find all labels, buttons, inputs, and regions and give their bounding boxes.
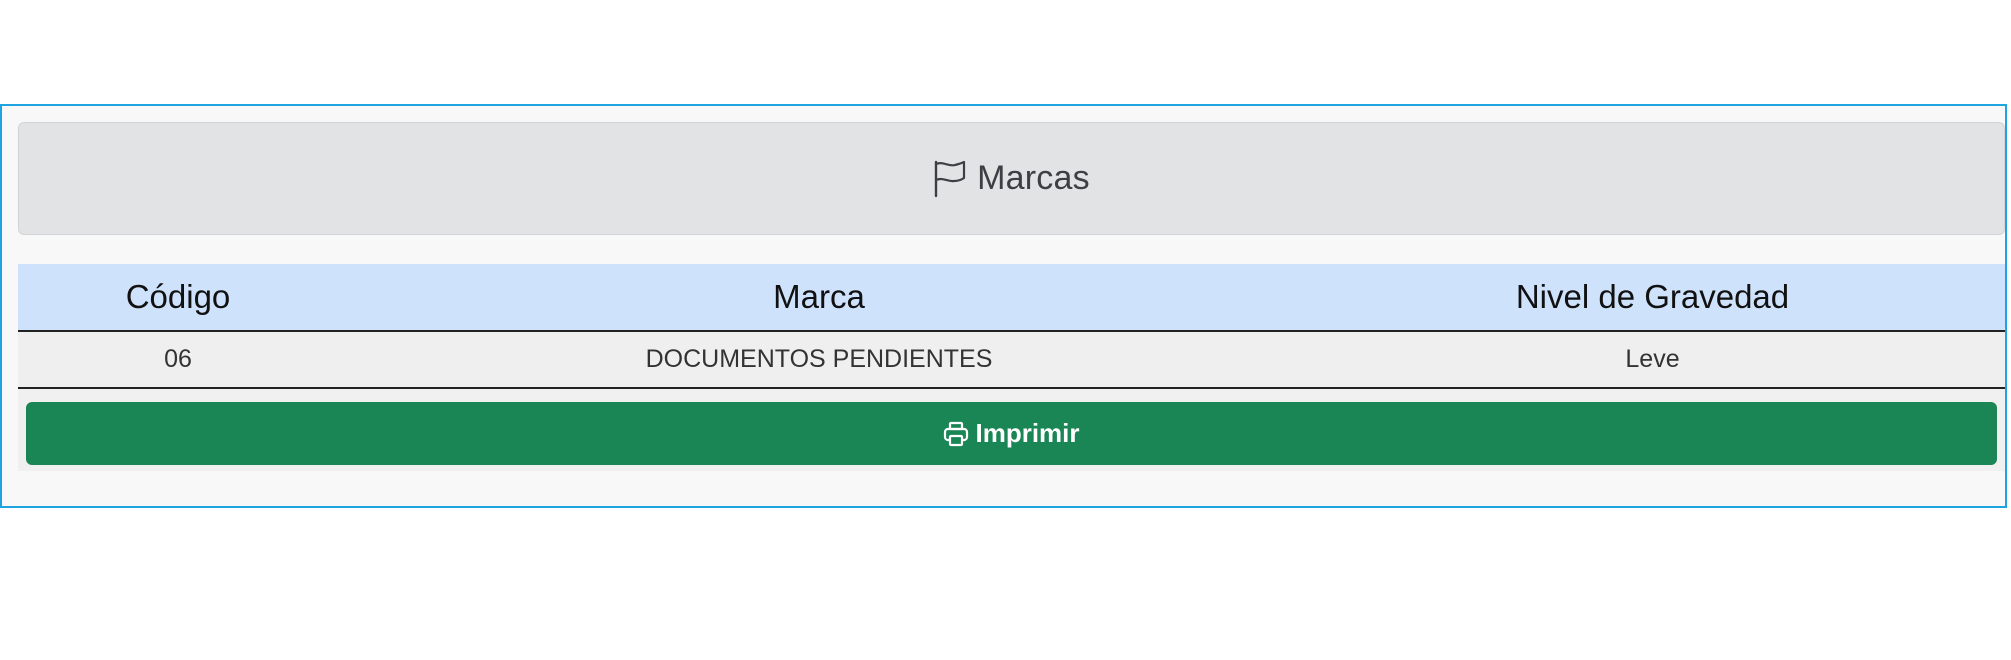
column-header-codigo: Código (18, 264, 338, 332)
column-header-marca: Marca (338, 264, 1300, 332)
marcas-table-container: Código Marca Nivel de Gravedad 06 DOCUME… (18, 264, 2005, 471)
cell-nivel-gravedad: Leve (1300, 331, 2005, 389)
marcas-table: Código Marca Nivel de Gravedad 06 DOCUME… (18, 264, 2005, 389)
printer-icon (944, 421, 969, 446)
table-header-row: Código Marca Nivel de Gravedad (18, 264, 2005, 332)
cell-codigo: 06 (18, 331, 338, 389)
flag-icon (934, 160, 966, 197)
marcas-header: Marcas (18, 122, 2005, 235)
column-header-nivel-gravedad: Nivel de Gravedad (1300, 264, 2005, 332)
page-title: Marcas (977, 159, 1090, 197)
cell-marca: DOCUMENTOS PENDIENTES (338, 331, 1300, 389)
table-row: 06 DOCUMENTOS PENDIENTES Leve (18, 331, 2005, 389)
print-button[interactable]: Imprimir (26, 402, 1997, 465)
print-button-label: Imprimir (975, 418, 1080, 448)
marcas-panel: Marcas Código Marca Nivel de Gravedad 06… (0, 104, 2007, 508)
